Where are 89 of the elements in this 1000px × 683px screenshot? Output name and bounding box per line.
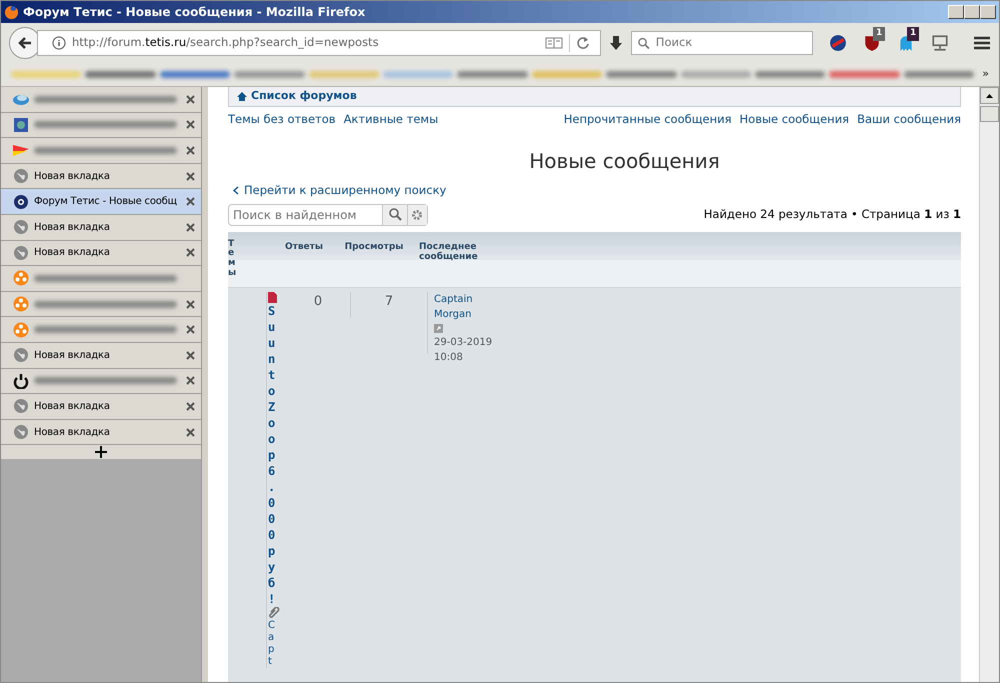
search-results-box[interactable]: Поиск в найденном	[228, 204, 428, 226]
results-count: Найдено 24 результата • Страница 1 из 1	[704, 206, 961, 223]
search-icon	[638, 36, 650, 50]
search-box[interactable]: Поиск	[631, 31, 813, 55]
monitor-icon[interactable]	[931, 34, 949, 52]
close-icon[interactable]	[186, 197, 195, 206]
close-icon[interactable]	[186, 350, 195, 360]
column-header: Темы	[228, 240, 237, 280]
menu-icon[interactable]	[973, 35, 991, 51]
sidebar-tab[interactable]: Новая вкладка	[1, 240, 201, 266]
sidebar-tab[interactable]	[1, 112, 201, 138]
page-heading: Новые сообщения	[528, 148, 721, 176]
settings-button[interactable]	[406, 204, 427, 224]
close-icon[interactable]	[186, 376, 195, 386]
reel-icon	[13, 270, 29, 286]
column-header: Последнее сообщение	[418, 242, 479, 262]
scrollbar-thumb[interactable]	[980, 106, 999, 122]
download-icon[interactable]	[609, 35, 623, 51]
close-button[interactable]	[980, 5, 996, 19]
chevron-left-icon	[232, 186, 240, 196]
forum-logo-icon	[13, 194, 29, 210]
topic-title-link[interactable]: Suunto Zoop 6.000 руб!	[268, 302, 280, 606]
search-button[interactable]	[382, 204, 407, 224]
flag-icon	[13, 142, 29, 158]
close-icon[interactable]	[186, 300, 195, 309]
search-field[interactable]: Поиск	[654, 33, 812, 53]
close-icon[interactable]	[186, 172, 195, 181]
nav-link-text[interactable]: Активные темы	[344, 111, 438, 128]
view-count: 7	[351, 292, 428, 354]
sidebar-tab[interactable]: Новая вкладка	[1, 164, 201, 190]
badge-count: 1	[873, 27, 886, 40]
close-icon[interactable]	[186, 325, 195, 334]
address-bar[interactable]: http://forum.tetis.ru/search.php?search_id=newposts	[37, 30, 601, 56]
back-arrow-icon	[17, 35, 33, 51]
info-icon[interactable]	[52, 36, 66, 50]
forum-list-link[interactable]: Список форумов	[251, 88, 357, 105]
new-tab-icon[interactable]	[94, 445, 108, 460]
reader-icon[interactable]	[545, 36, 563, 50]
badge-count: 1	[907, 27, 920, 40]
paperclip-icon	[268, 606, 280, 620]
reply-count: 0	[286, 292, 351, 318]
close-icon[interactable]	[186, 402, 195, 411]
square-icon	[13, 116, 29, 133]
search-icon	[388, 208, 402, 221]
topic-icon	[268, 292, 277, 302]
author-link[interactable]: Capt	[268, 620, 278, 668]
post-time: 29-03-2019 10:08	[434, 336, 494, 364]
reel-icon	[13, 322, 29, 338]
browser-logo-icon	[4, 5, 19, 20]
nav-link-text[interactable]: Новые сообщения	[740, 111, 850, 128]
window-title: Форум Тетис - Новые сообщения - Mozilla Firefox	[23, 4, 366, 21]
sidebar-tab[interactable]: Форум Тетис - Новые сообщ	[1, 189, 201, 215]
nav-link-text[interactable]: Ваши сообщения	[857, 111, 961, 128]
up-arrow-icon	[986, 94, 993, 98]
column-header: Ответы	[284, 242, 324, 252]
sidebar-tab[interactable]: Новая вкладка	[1, 214, 201, 241]
close-icon[interactable]	[186, 146, 195, 155]
maximize-button[interactable]	[964, 5, 980, 19]
globe-icon	[13, 424, 29, 440]
nav-link-text[interactable]: Непрочитанные сообщения	[564, 111, 732, 128]
sidebar-tab[interactable]: Новая вкладка	[1, 420, 201, 446]
nav-link-text[interactable]: Темы без ответов	[228, 111, 336, 128]
close-icon[interactable]	[186, 248, 195, 258]
url-text: http://forum.tetis.ru/search.php?search_id=newposts	[72, 34, 379, 52]
gear-icon	[411, 208, 424, 220]
power-icon	[13, 372, 29, 389]
column-header: Просмотры	[344, 242, 404, 252]
sidebar-tab[interactable]: Новая вкладка	[1, 394, 201, 420]
close-icon[interactable]	[186, 94, 195, 104]
home-icon	[237, 92, 247, 101]
globe-icon	[13, 168, 29, 184]
reel-icon	[13, 296, 29, 312]
globe-icon	[13, 398, 29, 414]
minimize-button[interactable]	[948, 5, 964, 19]
scroll-up-button[interactable]	[980, 87, 999, 104]
reload-icon[interactable]	[576, 36, 590, 50]
view-post-icon[interactable]	[434, 324, 443, 332]
close-icon[interactable]	[186, 428, 195, 437]
sidebar-tab[interactable]: Новая вкладка	[1, 342, 201, 369]
globe-icon	[13, 219, 29, 236]
last-poster-link[interactable]: Captain Morgan	[434, 292, 508, 322]
close-icon[interactable]	[186, 120, 195, 130]
close-icon[interactable]	[186, 222, 195, 232]
advanced-search-link[interactable]: Перейти к расширенному поиску	[244, 182, 446, 200]
globe-icon	[13, 347, 29, 364]
sidebar-tab[interactable]	[1, 368, 201, 394]
more-bookmarks-button[interactable]: »	[982, 66, 989, 83]
search-results-field[interactable]: Поиск в найденном	[229, 204, 382, 224]
globe-icon	[13, 244, 29, 261]
